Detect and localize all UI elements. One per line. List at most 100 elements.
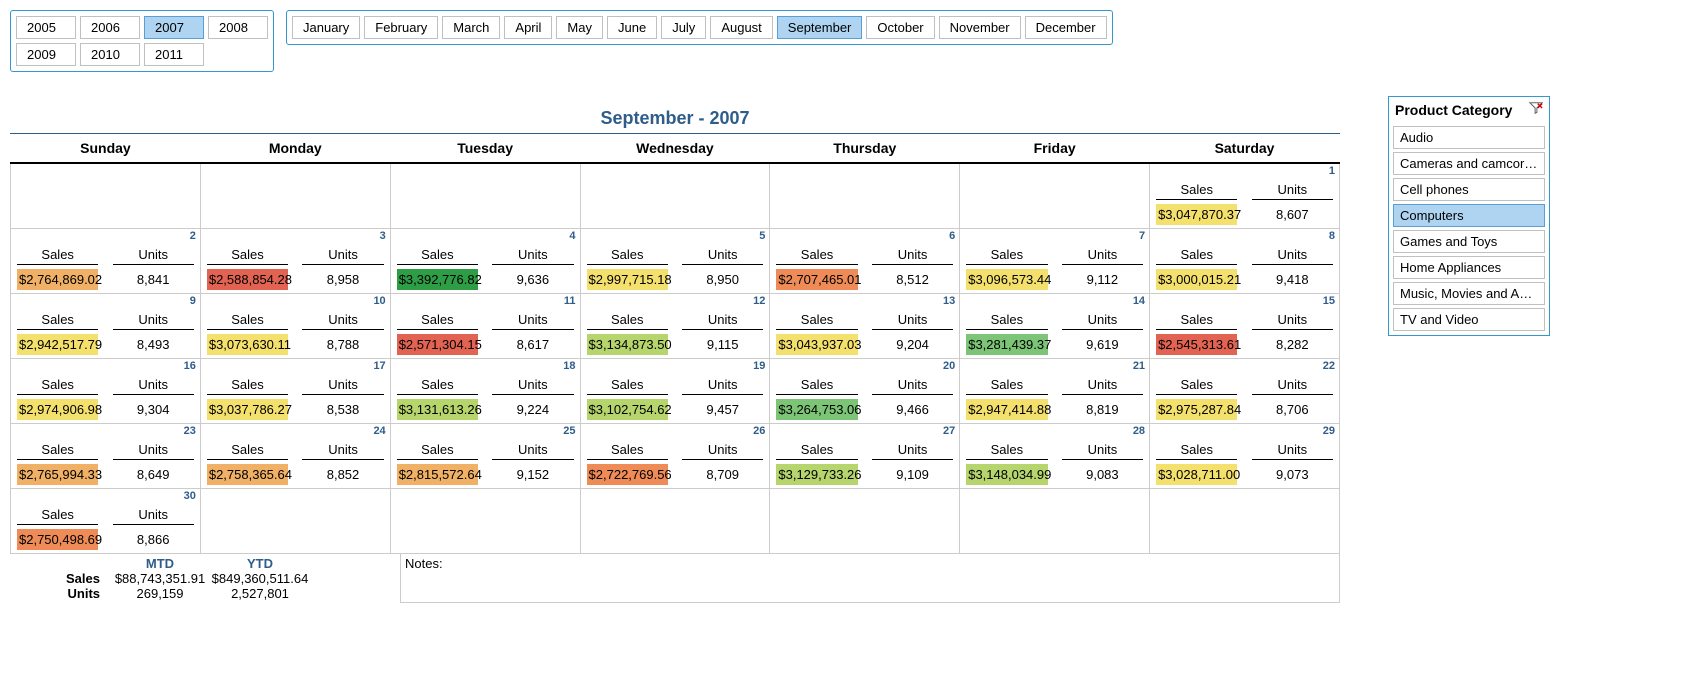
sales-label: Sales	[966, 442, 1047, 460]
units-label: Units	[113, 442, 194, 460]
sales-label: Sales	[587, 247, 668, 265]
sales-value: $3,129,733.26	[776, 464, 857, 485]
month-option-march[interactable]: March	[442, 16, 500, 39]
units-label: Units	[1062, 377, 1143, 395]
month-option-february[interactable]: February	[364, 16, 438, 39]
month-option-august[interactable]: August	[710, 16, 772, 39]
day-cell	[960, 489, 1150, 554]
year-option-2006[interactable]: 2006	[80, 16, 140, 39]
units-label: Units	[1252, 312, 1333, 330]
sales-value: $3,102,754.62	[587, 399, 668, 420]
sales-label: Sales	[776, 247, 857, 265]
day-cell: 18Sales$3,131,613.26Units9,224	[390, 359, 580, 424]
sales-label: Sales	[1156, 247, 1237, 265]
month-option-november[interactable]: November	[939, 16, 1021, 39]
sales-value: $3,281,439.37	[966, 334, 1047, 355]
year-option-2008[interactable]: 2008	[208, 16, 268, 39]
units-value: 9,112	[1062, 269, 1143, 290]
units-label: Units	[872, 377, 953, 395]
sales-label: Sales	[207, 247, 288, 265]
units-value: 8,607	[1252, 204, 1333, 225]
category-option[interactable]: Computers	[1393, 204, 1545, 227]
clear-filter-icon[interactable]	[1529, 101, 1543, 118]
month-option-december[interactable]: December	[1025, 16, 1107, 39]
units-label: Units	[872, 312, 953, 330]
month-option-may[interactable]: May	[556, 16, 603, 39]
units-label: Units	[872, 247, 953, 265]
sales-value: $2,722,769.56	[587, 464, 668, 485]
units-label: Units	[302, 247, 383, 265]
month-option-october[interactable]: October	[866, 16, 934, 39]
month-option-september[interactable]: September	[777, 16, 863, 39]
day-number: 14	[1133, 295, 1145, 307]
month-option-april[interactable]: April	[504, 16, 552, 39]
category-option[interactable]: Cell phones	[1393, 178, 1545, 201]
units-label: Units	[492, 312, 573, 330]
units-value: 8,493	[113, 334, 194, 355]
sales-value: $3,392,776.82	[397, 269, 478, 290]
month-slicer: JanuaryFebruaryMarchAprilMayJuneJulyAugu…	[286, 10, 1113, 45]
units-label: Units	[1252, 442, 1333, 460]
units-value: 8,788	[302, 334, 383, 355]
day-cell: 25Sales$2,815,572.64Units9,152	[390, 424, 580, 489]
day-number: 28	[1133, 425, 1145, 437]
day-cell: 24Sales$2,758,365.64Units8,852	[200, 424, 390, 489]
units-value: 8,706	[1252, 399, 1333, 420]
weekday-header: Saturday	[1150, 140, 1340, 163]
year-option-2011[interactable]: 2011	[144, 43, 204, 66]
category-option[interactable]: Music, Movies and Aud...	[1393, 282, 1545, 305]
day-cell: 5Sales$2,997,715.18Units8,950	[580, 229, 770, 294]
calendar-title: September - 2007	[10, 108, 1340, 134]
day-cell: 21Sales$2,947,414.88Units8,819	[960, 359, 1150, 424]
day-cell	[770, 489, 960, 554]
sales-value: $3,028,711.00	[1156, 464, 1237, 485]
ytd-header: YTD	[210, 556, 310, 571]
units-value: 8,819	[1062, 399, 1143, 420]
day-cell: 16Sales$2,974,906.98Units9,304	[11, 359, 201, 424]
units-value: 9,619	[1062, 334, 1143, 355]
category-option[interactable]: Cameras and camcorders	[1393, 152, 1545, 175]
mtd-header: MTD	[110, 556, 210, 571]
sales-label: Sales	[397, 247, 478, 265]
day-cell	[580, 489, 770, 554]
day-cell: 29Sales$3,028,711.00Units9,073	[1150, 424, 1340, 489]
weekday-header: Monday	[200, 140, 390, 163]
day-cell: 4Sales$3,392,776.82Units9,636	[390, 229, 580, 294]
sales-label: Sales	[397, 312, 478, 330]
day-cell	[390, 163, 580, 229]
day-cell: 8Sales$3,000,015.21Units9,418	[1150, 229, 1340, 294]
day-number: 11	[564, 295, 576, 307]
weekday-header: Sunday	[11, 140, 201, 163]
sales-value: $2,942,517.79	[17, 334, 98, 355]
sales-label: Sales	[587, 442, 668, 460]
month-option-january[interactable]: January	[292, 16, 360, 39]
weekday-header: Wednesday	[580, 140, 770, 163]
category-option[interactable]: Audio	[1393, 126, 1545, 149]
day-number: 24	[373, 425, 385, 437]
day-number: 8	[1329, 230, 1335, 242]
year-option-2007[interactable]: 2007	[144, 16, 204, 39]
month-option-july[interactable]: July	[661, 16, 706, 39]
category-option[interactable]: TV and Video	[1393, 308, 1545, 331]
year-option-2005[interactable]: 2005	[16, 16, 76, 39]
day-number: 10	[373, 295, 385, 307]
notes-box[interactable]: Notes:	[400, 554, 1340, 603]
day-cell: 3Sales$2,588,854.28Units8,958	[200, 229, 390, 294]
day-cell	[770, 163, 960, 229]
units-value: 8,958	[302, 269, 383, 290]
summary-mtd-sales: $88,743,351.91	[110, 571, 210, 586]
sales-value: $3,148,034.99	[966, 464, 1047, 485]
year-option-2009[interactable]: 2009	[16, 43, 76, 66]
sales-label: Sales	[966, 312, 1047, 330]
units-label: Units	[492, 442, 573, 460]
category-option[interactable]: Home Appliances	[1393, 256, 1545, 279]
year-option-2010[interactable]: 2010	[80, 43, 140, 66]
units-value: 9,224	[492, 399, 573, 420]
day-number: 29	[1323, 425, 1335, 437]
category-option[interactable]: Games and Toys	[1393, 230, 1545, 253]
day-number: 27	[943, 425, 955, 437]
month-option-june[interactable]: June	[607, 16, 657, 39]
units-value: 8,866	[113, 529, 194, 550]
sales-value: $3,131,613.26	[397, 399, 478, 420]
summary-ytd-sales: $849,360,511.64	[210, 571, 310, 586]
